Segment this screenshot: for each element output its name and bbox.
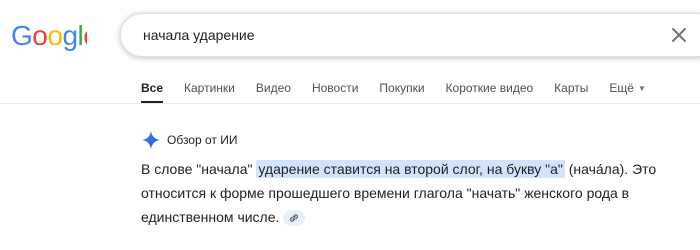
google-logo[interactable]: Google	[11, 13, 87, 63]
tab-more[interactable]: Ещё ▼	[609, 78, 645, 104]
answer-highlight: ударение ставится на второй слог, на бук…	[256, 160, 565, 178]
tab-maps[interactable]: Карты	[554, 78, 588, 104]
ai-overview-header: Обзор от ИИ	[141, 129, 237, 151]
tab-all[interactable]: Все	[141, 78, 164, 104]
tab-news[interactable]: Новости	[312, 78, 358, 104]
tab-videos[interactable]: Видео	[256, 78, 291, 104]
ai-overview-answer: В слове "начала" ударение ставится на вт…	[141, 157, 686, 229]
search-input[interactable]	[143, 14, 643, 56]
search-tabs: Все Картинки Видео Новости Покупки Корот…	[141, 78, 667, 104]
answer-prefix: В слове "начала"	[141, 161, 257, 177]
link-icon[interactable]	[283, 210, 306, 227]
tab-more-label: Ещё	[609, 81, 634, 95]
tabs-divider	[0, 103, 700, 104]
tab-images[interactable]: Картинки	[184, 78, 235, 104]
svg-text:Google: Google	[11, 20, 87, 51]
tab-short-videos[interactable]: Короткие видео	[446, 78, 534, 104]
tab-shopping[interactable]: Покупки	[379, 78, 424, 104]
ai-overview-title: Обзор от ИИ	[167, 133, 238, 147]
search-box[interactable]	[120, 13, 700, 57]
close-icon[interactable]	[669, 25, 689, 45]
google-logo-image: Google	[11, 20, 87, 51]
caret-down-icon: ▼	[637, 84, 646, 93]
sparkle-icon	[142, 131, 160, 149]
